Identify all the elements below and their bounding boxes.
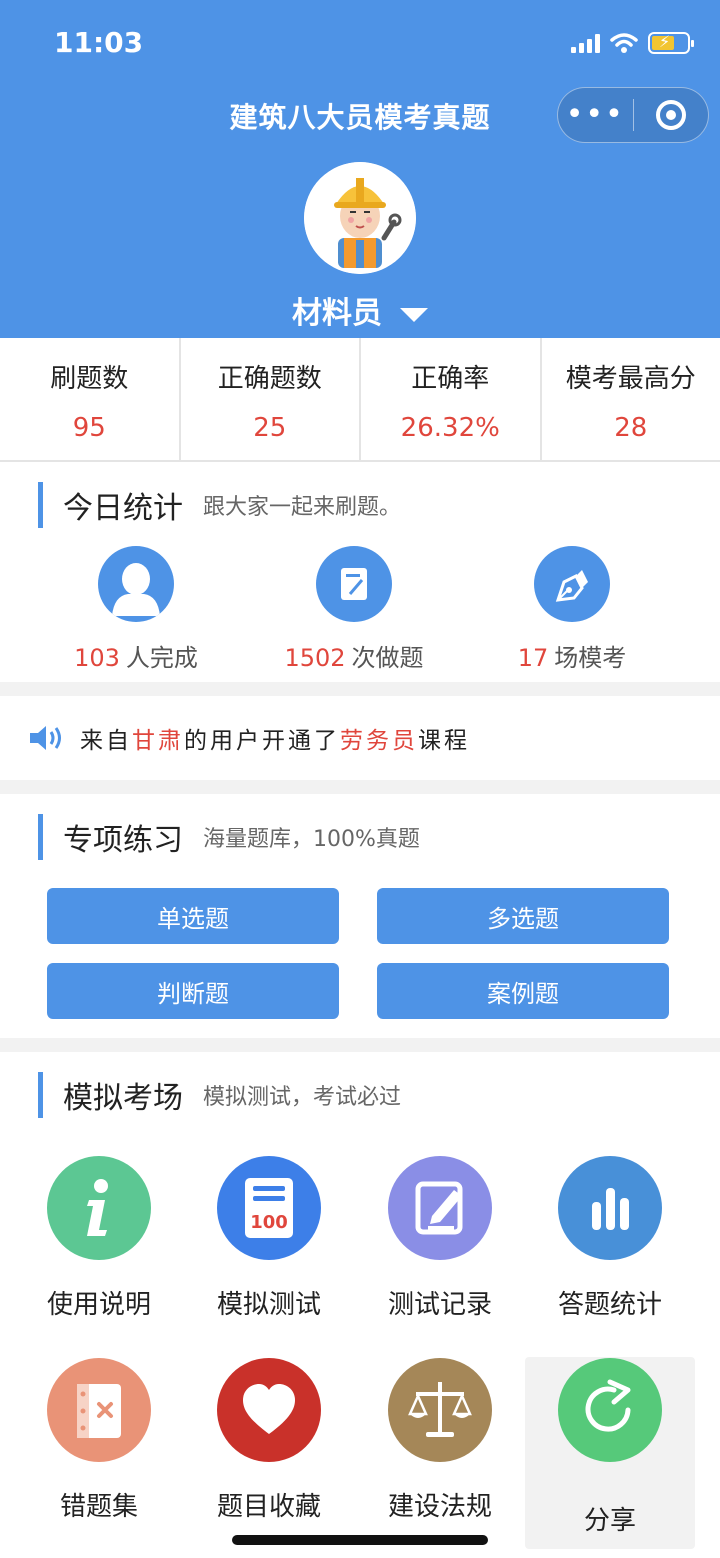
- notice-prefix: 来自: [80, 728, 132, 754]
- role-label: 材料员: [292, 296, 382, 331]
- stat-accuracy: 正确率 26.32%: [361, 338, 542, 460]
- note-edit-icon: [388, 1156, 492, 1260]
- stat-label: 正确题数: [217, 364, 322, 394]
- tool-regulations[interactable]: 建设法规: [355, 1358, 525, 1523]
- section-title: 今日统计: [63, 491, 183, 526]
- stat-value: 25: [253, 413, 287, 443]
- worker-avatar-icon: [304, 162, 416, 274]
- score-100-icon: 100: [217, 1156, 321, 1260]
- tool-label: 建设法规: [387, 1492, 492, 1522]
- stat-label: 正确率: [411, 364, 490, 394]
- stat-label: 模考最高分: [565, 364, 696, 394]
- section-subtitle: 跟大家一起来刷题。: [203, 495, 402, 520]
- edit-icon: [316, 546, 392, 622]
- user-icon: [98, 546, 174, 622]
- section-header: 专项练习 海量题库，100%真题: [38, 814, 420, 860]
- stats-bar: 刷题数 95 正确题数 25 正确率 26.32% 模考最高分 28: [0, 338, 720, 462]
- share-icon: [558, 1358, 662, 1462]
- close-mini-program-button[interactable]: [634, 100, 709, 130]
- single-choice-button[interactable]: 单选题: [47, 888, 339, 944]
- tool-wrong-questions[interactable]: 错题集: [14, 1358, 184, 1523]
- multiple-choice-button[interactable]: 多选题: [377, 888, 669, 944]
- section-title: 专项练习: [63, 823, 183, 858]
- home-indicator: [232, 1535, 488, 1545]
- tool-label: 测试记录: [387, 1290, 492, 1320]
- section-header: 今日统计 跟大家一起来刷题。: [38, 482, 401, 528]
- role-selector[interactable]: 材料员: [0, 288, 720, 332]
- tool-favorites[interactable]: 题目收藏: [184, 1358, 354, 1523]
- battery-icon: ⚡: [648, 32, 694, 54]
- tool-label: 使用说明: [46, 1290, 151, 1320]
- tool-label: 题目收藏: [216, 1492, 321, 1522]
- tool-label: 错题集: [59, 1492, 138, 1522]
- tool-label: 答题统计: [557, 1290, 662, 1320]
- section-subtitle: 模拟测试，考试必过: [203, 1085, 402, 1110]
- status-icons: ⚡: [571, 30, 694, 56]
- tool-label: 分享: [583, 1506, 636, 1536]
- today-unit: 次做题: [351, 644, 424, 672]
- notice-bar: 来自 甘肃 的用户开通了 劳务员 课程: [0, 696, 720, 780]
- true-false-button[interactable]: 判断题: [47, 963, 339, 1019]
- tool-test-records[interactable]: 测试记录: [355, 1156, 525, 1321]
- speaker-icon: [30, 726, 61, 750]
- today-unit: 场模考: [554, 644, 627, 672]
- today-num: 17: [517, 644, 549, 672]
- more-icon[interactable]: •••: [558, 100, 633, 130]
- stat-value: 28: [614, 413, 648, 443]
- caret-down-icon: [400, 307, 428, 322]
- today-num: 1502: [284, 644, 346, 672]
- today-stats-panel: 今日统计 跟大家一起来刷题。 103 人完成 1502 次做题 17 场模考: [0, 462, 720, 682]
- bar-chart-icon: [558, 1156, 662, 1260]
- stat-correct-count: 正确题数 25: [181, 338, 361, 460]
- section-subtitle: 海量题库，100%真题: [203, 827, 420, 852]
- notice-suffix: 课程: [418, 728, 470, 754]
- wrong-notebook-icon: [47, 1358, 151, 1462]
- stat-label: 刷题数: [50, 364, 129, 394]
- tool-instructions[interactable]: 使用说明: [14, 1156, 184, 1321]
- tool-mock-test[interactable]: 100 模拟测试: [184, 1156, 354, 1321]
- case-study-button[interactable]: 案例题: [377, 963, 669, 1019]
- target-icon: [655, 100, 686, 130]
- scales-icon: [388, 1358, 492, 1462]
- today-num: 103: [74, 644, 120, 672]
- heart-icon: [217, 1358, 321, 1462]
- stat-value: 26.32%: [400, 413, 500, 443]
- stat-practice-count: 刷题数 95: [0, 338, 181, 460]
- signal-icon: [571, 33, 600, 53]
- today-unit: 人完成: [125, 644, 198, 672]
- notice-middle: 的用户开通了: [184, 728, 340, 754]
- avatar: [304, 162, 416, 274]
- wifi-icon: [610, 33, 638, 53]
- section-header: 模拟考场 模拟测试，考试必过: [38, 1072, 401, 1118]
- stat-best-score: 模考最高分 28: [542, 338, 720, 460]
- notice-region: 甘肃: [132, 728, 184, 754]
- tool-label: 模拟测试: [216, 1290, 321, 1320]
- tool-answer-stats[interactable]: 答题统计: [525, 1156, 695, 1321]
- today-attempts: 1502 次做题: [244, 546, 464, 673]
- today-completed: 103 人完成: [26, 546, 246, 673]
- stat-value: 95: [72, 413, 106, 443]
- practice-panel: 专项练习 海量题库，100%真题 单选题 多选题 判断题 案例题: [0, 794, 720, 1038]
- pen-icon: [534, 546, 610, 622]
- svg-text:100: 100: [250, 1212, 288, 1233]
- section-title: 模拟考场: [63, 1081, 183, 1116]
- status-time: 11:03: [54, 26, 144, 59]
- info-icon: [47, 1156, 151, 1260]
- mini-program-capsule: •••: [557, 87, 709, 143]
- today-mock-exams: 17 场模考: [462, 546, 682, 673]
- app-header: 11:03 ⚡ 建筑八大员模考真题 ••• 材料员: [0, 0, 720, 338]
- notice-course: 劳务员: [340, 728, 418, 754]
- tool-share[interactable]: 分享: [525, 1358, 695, 1537]
